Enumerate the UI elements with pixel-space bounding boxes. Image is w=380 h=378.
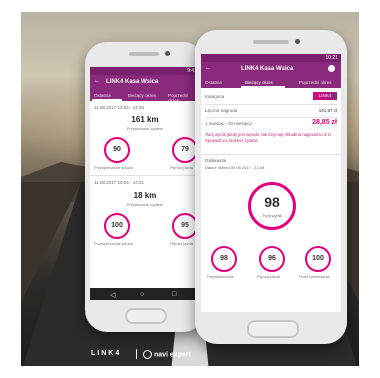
main-score-value: 98 [264,194,280,210]
trip-date: 11.08.2017 10:04 - 14:21 [94,180,144,185]
tab-current[interactable]: Bieżący okres [128,93,156,98]
score-caption: Przyspieszanie pauza [94,165,133,170]
trip-distance: 161 km [131,115,159,124]
tab-bar: Ostatnia Bieżący okres Poprzedni okres [90,90,200,103]
period-label: 1 miesiąc - 30 miesięcy [205,121,252,126]
tab-last[interactable]: Ostatnia [205,80,222,85]
home-nav-icon[interactable]: ○ [140,291,144,298]
front-phone: 10:21 ← LINK4 Kasa Wsica Ostatnia Bieżąc… [195,30,347,344]
back-nav-icon[interactable]: ◁ [110,291,115,299]
naviexpert-logo: navi expert [143,350,191,359]
main-score-caption: Twój wynik [262,213,282,218]
trip-distance: 18 km [133,191,157,200]
period-range: Data z okresu 30.06.2017 - 12.08 [205,165,265,170]
back-phone: 9:41 ← LINK4 Kasa Wsica Ostatnia Bieżący… [85,42,205,332]
score-ring[interactable]: 98 [211,246,237,272]
back-arrow-icon[interactable]: ← [94,78,100,84]
promo-scene: 9:41 ← LINK4 Kasa Wsica Ostatnia Bieżący… [21,12,359,366]
tab-bar: Ostatnia Bieżący okres Poprzedni okres [201,77,341,88]
score-caption: Płynna jazda [170,241,193,246]
divider [205,117,337,118]
app-title: LINK4 Kasa Wsica [106,79,159,85]
period-value: 28,85 zł [312,119,337,126]
trip-distance-caption: Przejechane ogółem [126,202,164,207]
main-score-ring[interactable]: 98 Twój wynik [248,182,296,230]
link4-logo: LINK4 [91,350,122,357]
score-caption: Profil hamowania [299,274,330,279]
recents-nav-icon[interactable]: □ [172,291,176,298]
tab-previous[interactable]: Poprzedni okres [299,80,332,85]
naviexpert-text: navi expert [153,351,191,359]
reward-label: Łączna nagroda [205,108,238,113]
app-bar: ← LINK4 Kasa Wsica [90,75,200,90]
status-bar: 10:21 [201,54,341,62]
naviexpert-icon [143,350,152,359]
app-bar: ← LINK4 Kasa Wsica [201,62,341,77]
tab-current[interactable]: Bieżący okres [245,80,273,85]
score-ring[interactable]: 90 [104,137,130,163]
tab-last[interactable]: Ostatnia [94,93,111,98]
score-ring[interactable]: 96 [259,246,285,272]
speaker [253,40,289,44]
score-ring[interactable]: 100 [104,213,130,239]
score-caption: Przyspieszanie pauza [94,241,133,246]
back-arrow-icon[interactable]: ← [205,65,211,71]
camera-icon [165,51,170,56]
period-section-label: Datakwota [205,158,227,163]
score-caption: Przyspieszanie [207,274,234,279]
home-button[interactable] [125,308,167,324]
trip-date: 11.08.2017 13:55 - 14:34 [94,105,144,110]
app-title: LINK4 Kasa Wsica [241,66,294,72]
reward-value: 101,87 zł [318,108,337,113]
category-label: Kategoria [205,94,225,99]
front-screen: 10:21 ← LINK4 Kasa Wsica Ostatnia Bieżąc… [201,54,341,312]
speaker [129,52,159,56]
divider [205,104,337,105]
camera-icon [295,39,300,44]
divider [90,175,200,176]
status-time: 10:21 [325,55,338,61]
brand-divider [136,349,137,359]
promo-message: Twój wynik jazdy jest wysoki, tak trzyma… [205,132,332,143]
tab-indicator [241,86,285,88]
home-button[interactable] [247,320,299,338]
score-caption: Płynna jazda [170,165,193,170]
divider [201,154,341,155]
info-icon[interactable] [328,65,335,72]
score-ring[interactable]: 100 [305,246,331,272]
link4-badge: LINK4 [313,92,337,100]
android-nav-bar: ◁ ○ □ [90,288,200,300]
status-bar: 9:41 [90,67,200,75]
trip-distance-caption: Przejechane ogółem [126,126,164,131]
tab-indicator [92,99,122,101]
score-caption: Płynna jazda [257,274,280,279]
back-screen: 9:41 ← LINK4 Kasa Wsica Ostatnia Bieżący… [90,67,200,300]
